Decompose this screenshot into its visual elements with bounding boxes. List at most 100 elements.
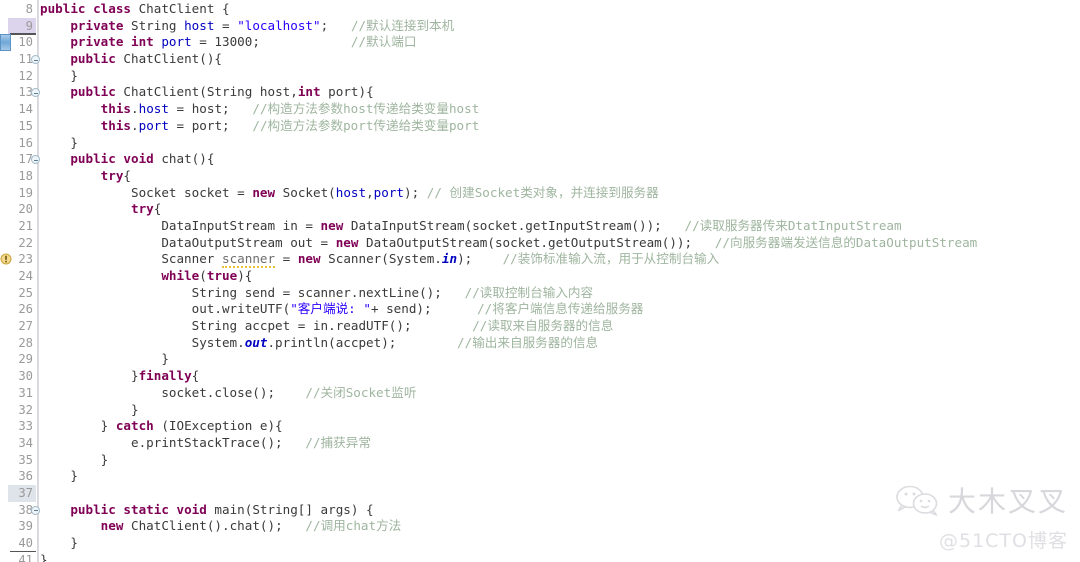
code-lines-container[interactable]: 8 public class ChatClient {9 private Stri… (0, 1, 1080, 562)
code-token: ChatClient().chat(); (131, 518, 306, 534)
code-token: e.printStackTrace(); (40, 434, 306, 450)
code-token: } (40, 468, 78, 484)
code-line-text: public void chat(){ (40, 151, 214, 168)
code-line[interactable]: 24 while(true){ (0, 268, 1080, 285)
code-token: new (100, 518, 132, 534)
code-line[interactable]: 20 try{ (0, 201, 1080, 218)
code-token: host (138, 101, 169, 117)
code-line[interactable]: 39 new ChatClient().chat(); //调用chat方法 (0, 518, 1080, 535)
code-line-text: System.out.println(accpet); //输出来自服务器的信息 (40, 335, 599, 352)
code-line[interactable]: 32 } (0, 402, 1080, 419)
code-line-text: } (40, 135, 78, 152)
code-line[interactable]: 10 private int port = 13000; //默认端口 (0, 34, 1080, 52)
code-token: host (335, 184, 367, 200)
code-token: out.writeUTF( (40, 301, 291, 317)
code-line-text: String send = scanner.nextLine(); //读取控制… (40, 285, 593, 302)
code-line[interactable]: 26 out.writeUTF("客户端说: "+ send); //将客户端信… (0, 301, 1080, 318)
code-line-text: new ChatClient().chat(); //调用chat方法 (40, 518, 402, 535)
code-token: . (131, 117, 139, 133)
code-line[interactable]: 34 e.printStackTrace(); //捕获异常 (0, 435, 1080, 452)
code-line[interactable]: 27 String accpet = in.readUTF(); //读取来自服… (0, 318, 1080, 335)
code-token: = (214, 17, 238, 33)
code-token: host (184, 17, 215, 33)
code-line[interactable]: 8 public class ChatClient { (0, 1, 1080, 18)
code-token: //读取控制台输入内容 (464, 284, 594, 300)
code-token: private (70, 17, 132, 33)
code-line[interactable]: 16 } (0, 135, 1080, 152)
code-line-text: } (40, 402, 139, 419)
line-number: 18 (18, 168, 33, 183)
code-token: { (153, 201, 162, 217)
code-line[interactable]: 21 DataInputStream in = new DataInputStr… (0, 218, 1080, 235)
code-editor[interactable]: 8 public class ChatClient {9 private Stri… (0, 0, 1080, 562)
code-token: try (131, 201, 154, 217)
code-token: } (40, 551, 48, 562)
code-token: ); (404, 184, 427, 200)
code-token: catch (115, 418, 162, 434)
code-line[interactable]: 15 this.port = port; //构造方法参数port传递给类变量p… (0, 118, 1080, 135)
line-number: 39 (18, 519, 33, 534)
code-token: = (275, 251, 298, 267)
code-token: } (40, 368, 139, 384)
line-number: 38 (18, 502, 33, 517)
code-line[interactable]: 40 } (0, 535, 1080, 552)
code-line[interactable]: 11 public ChatClient(){ (0, 51, 1080, 68)
code-fold-toggle-icon[interactable] (31, 155, 40, 165)
code-line[interactable]: 28 System.out.println(accpet); //输出来自服务器… (0, 335, 1080, 352)
line-number: 41 (18, 552, 33, 562)
code-line[interactable]: 29 } (0, 351, 1080, 368)
code-token: { (191, 368, 200, 384)
code-line[interactable]: 37 (0, 484, 1080, 502)
code-token: ( (199, 268, 207, 283)
line-number: 37 (18, 485, 33, 500)
code-line[interactable]: 38 public static void main(String[] args… (0, 502, 1080, 519)
code-line[interactable]: 41} (0, 552, 1080, 562)
code-line[interactable]: 25 String send = scanner.nextLine(); //读… (0, 285, 1080, 302)
code-line[interactable]: 22 DataOutputStream out = new DataOutput… (0, 235, 1080, 252)
code-line[interactable]: 13 public ChatClient(String host,int por… (0, 84, 1080, 101)
code-fold-toggle-icon[interactable] (31, 505, 40, 515)
code-line-text: private String host = "localhost"; //默认连… (40, 18, 454, 35)
code-line[interactable]: 9 private String host = "localhost"; //默… (0, 17, 1080, 35)
code-line[interactable]: 36 } (0, 468, 1080, 485)
code-token: port){ (328, 84, 374, 100)
code-token: } (40, 401, 139, 417)
line-number: 24 (18, 269, 33, 283)
code-line-text: } (40, 452, 109, 469)
code-line-text: Scanner scanner = new Scanner(System.in)… (40, 251, 719, 269)
code-line-text: } (40, 468, 78, 485)
code-line[interactable]: 35 } (0, 452, 1080, 469)
line-number: 40 (18, 536, 33, 550)
code-line[interactable]: 14 this.host = host; //构造方法参数host传递给类变量h… (0, 101, 1080, 118)
code-line[interactable]: 31 socket.close(); //关闭Socket监听 (0, 385, 1080, 402)
code-line-text: e.printStackTrace(); //捕获异常 (40, 435, 371, 452)
code-line[interactable]: 18 try{ (0, 168, 1080, 185)
code-line-text: } (40, 351, 169, 368)
line-number: 25 (18, 285, 33, 300)
code-token: (IOException e){ (161, 418, 283, 434)
code-line[interactable]: 19 Socket socket = new Socket(host,port)… (0, 185, 1080, 202)
code-line[interactable]: 17 public void chat(){ (0, 151, 1080, 168)
code-line[interactable]: 30 }finally{ (0, 368, 1080, 385)
code-line-text: socket.close(); //关闭Socket监听 (40, 385, 416, 402)
code-fold-toggle-icon[interactable] (31, 88, 40, 98)
code-token: //构造方法参数host传递给类变量host (252, 101, 480, 117)
line-number: 31 (18, 385, 33, 400)
code-line[interactable]: 33 } catch (IOException e){ (0, 418, 1080, 435)
line-number: 20 (18, 202, 33, 217)
code-line-text: public ChatClient(String host,int port){ (40, 84, 374, 101)
line-number: 13 (18, 85, 33, 100)
code-line[interactable]: 23 Scanner scanner = new Scanner(System.… (0, 251, 1080, 269)
code-token: = port; (168, 117, 253, 133)
line-number: 19 (18, 185, 33, 200)
code-token: = host; (168, 101, 253, 117)
code-line-text: String accpet = in.readUTF(); //读取来自服务器的… (40, 318, 614, 335)
code-line[interactable]: 12 } (0, 68, 1080, 85)
code-token: new (297, 251, 329, 267)
code-fold-toggle-icon[interactable] (31, 55, 40, 65)
